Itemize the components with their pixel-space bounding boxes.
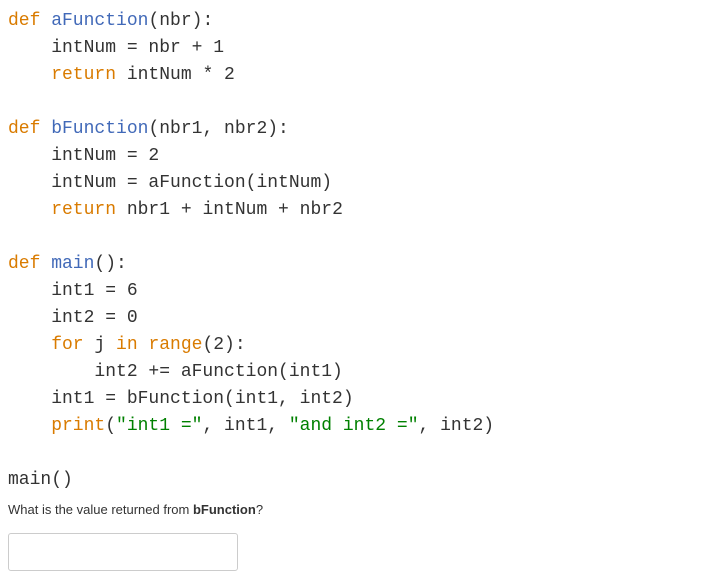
function-name: aFunction <box>40 11 148 31</box>
function-name: bFunction <box>40 119 148 139</box>
builtin-range: range <box>138 335 203 355</box>
question-text: What is the value returned from bFunctio… <box>8 502 696 517</box>
keyword-return: return <box>8 65 116 85</box>
code-text: intNum * 2 <box>116 65 235 85</box>
code-text: , int1, <box>202 416 288 436</box>
code-text: , int2) <box>419 416 495 436</box>
code-line: int1 = bFunction(int1, int2) <box>8 389 354 409</box>
code-text: (nbr): <box>148 11 213 31</box>
code-line: intNum = aFunction(intNum) <box>8 173 332 193</box>
keyword-def: def <box>8 119 40 139</box>
string-literal: "and int2 =" <box>289 416 419 436</box>
code-text: ( <box>105 416 116 436</box>
answer-input[interactable] <box>8 533 238 571</box>
question-suffix: ? <box>256 502 263 517</box>
code-text: (2): <box>202 335 245 355</box>
code-line: int2 = 0 <box>8 308 138 328</box>
code-line: intNum = nbr + 1 <box>8 38 224 58</box>
code-block: def aFunction(nbr): intNum = nbr + 1 ret… <box>8 8 696 494</box>
code-line: intNum = 2 <box>8 146 159 166</box>
code-text: (nbr1, nbr2): <box>148 119 288 139</box>
code-text: (): <box>94 254 126 274</box>
code-text: j <box>84 335 106 355</box>
builtin-print: print <box>8 416 105 436</box>
keyword-for: for <box>8 335 84 355</box>
question-bold: bFunction <box>193 502 256 517</box>
keyword-def: def <box>8 254 40 274</box>
keyword-in: in <box>105 335 137 355</box>
code-text: nbr1 + intNum + nbr2 <box>116 200 343 220</box>
keyword-def: def <box>8 11 40 31</box>
code-line: int1 = 6 <box>8 281 138 301</box>
code-line: main() <box>8 470 73 490</box>
question-prefix: What is the value returned from <box>8 502 193 517</box>
function-name: main <box>40 254 94 274</box>
keyword-return: return <box>8 200 116 220</box>
code-line: int2 += aFunction(int1) <box>8 362 343 382</box>
string-literal: "int1 =" <box>116 416 202 436</box>
